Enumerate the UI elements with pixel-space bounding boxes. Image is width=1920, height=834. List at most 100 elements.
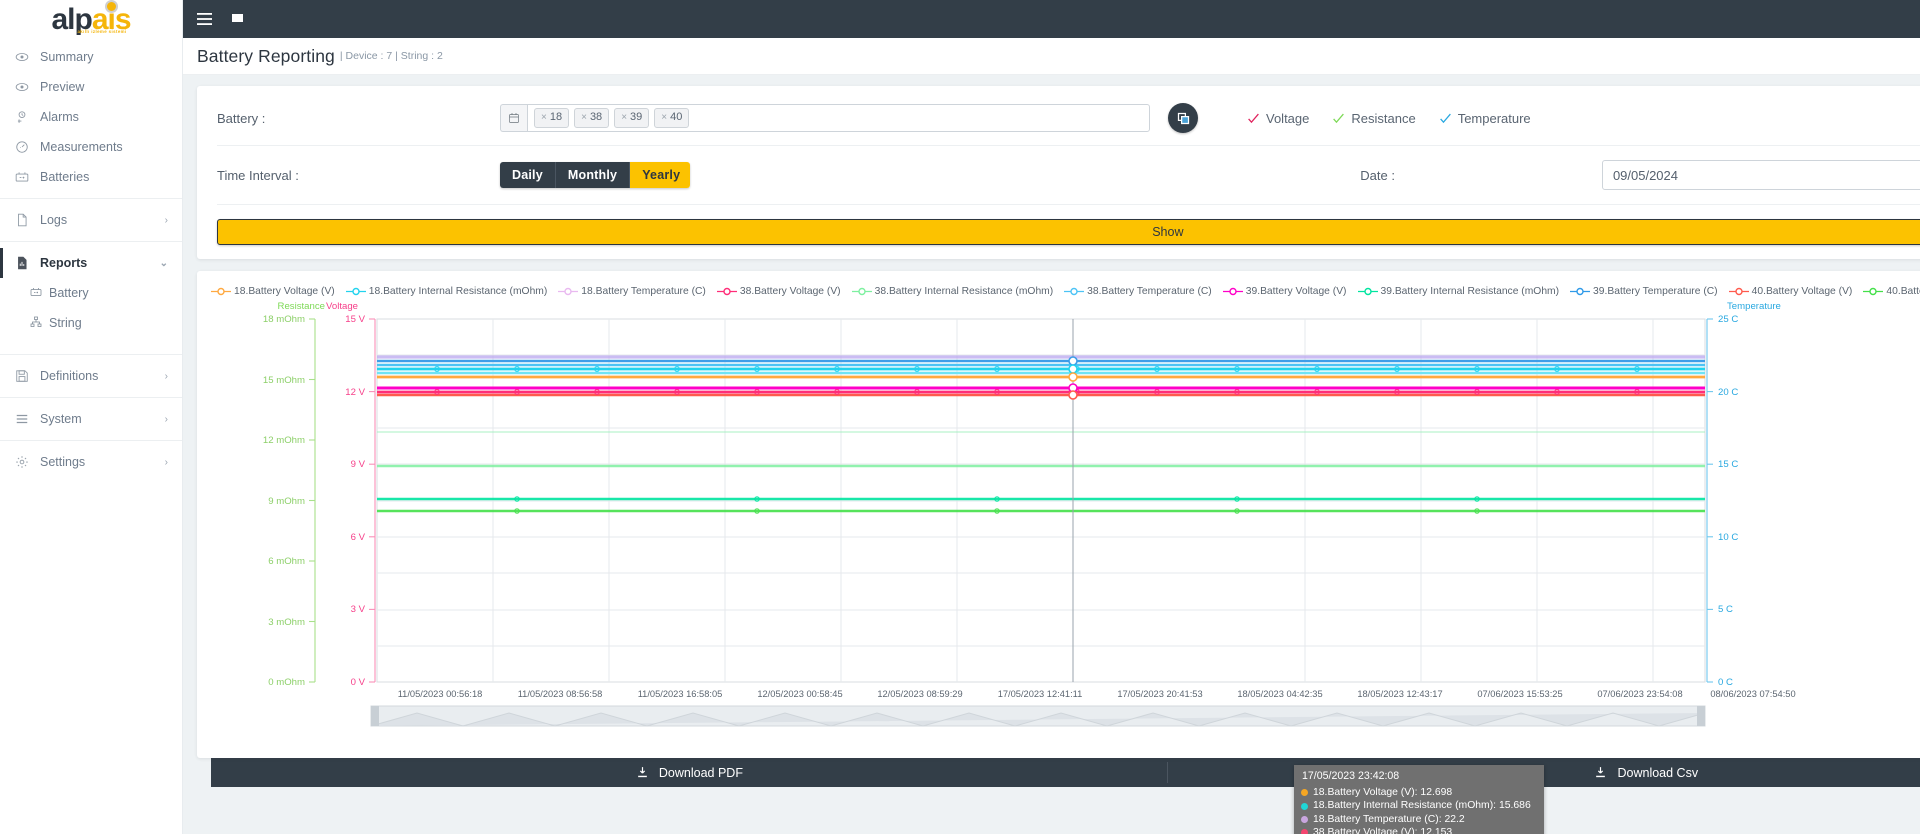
svg-text:6 V: 6 V [351, 532, 366, 543]
legend-item[interactable]: 40.Battery [1863, 286, 1920, 297]
sidebar-divider [0, 397, 182, 398]
checkbox-label: Voltage [1266, 110, 1310, 126]
chevron-down-icon: ⌄ [159, 257, 168, 269]
interval-daily-button[interactable]: Daily [500, 162, 556, 188]
time-interval-label: Time Interval : [217, 167, 299, 183]
download-icon [638, 767, 647, 778]
sidebar-item-alarms[interactable]: Alarms [0, 102, 182, 132]
battery-chip-container[interactable]: × 18 × 38 × 39 × 40 [527, 104, 1150, 132]
svg-text:9 mOhm: 9 mOhm [268, 496, 305, 507]
battery-chip[interactable]: × 38 [574, 108, 610, 128]
legend-item[interactable]: 39.Battery Voltage (V) [1222, 286, 1347, 297]
list-icon [14, 412, 29, 427]
checkbox-temperature[interactable]: Temperature [1439, 111, 1531, 126]
date-input[interactable]: 09/05/2024 [1601, 160, 1920, 190]
app-root: alpais akıllı izleme sistemi Summary Pre… [0, 0, 1920, 834]
chip-label: 40 [670, 111, 683, 124]
legend-item[interactable]: 39.Battery Internal Resistance (mOhm) [1357, 285, 1560, 297]
legend-item[interactable]: 40.Battery Voltage (V) [1728, 286, 1852, 297]
chip-remove-icon[interactable]: × [541, 112, 547, 124]
sidebar-item-settings[interactable]: Settings › [0, 447, 182, 477]
sidebar-subitem-label: String [49, 316, 82, 330]
svg-text:12 V: 12 V [345, 387, 365, 398]
chart-tooltip: 17/05/2023 23:42:08 18.Battery Voltage (… [1294, 765, 1544, 834]
legend-item[interactable]: 18.Battery Internal Resistance (mOhm) [345, 286, 547, 297]
legend-item[interactable]: 39.Battery Temperature (C) [1570, 286, 1718, 297]
interval-monthly-button[interactable]: Monthly [555, 162, 631, 188]
legend-label: 39.Battery Internal Resistance (mOhm) [1380, 285, 1560, 297]
legend-marker-icon [716, 287, 737, 296]
sidebar-item-batteries[interactable]: Batteries [0, 162, 182, 192]
hamburger-icon[interactable] [197, 13, 212, 25]
download-pdf-label: Download PDF [658, 765, 743, 780]
sitemap-icon [30, 316, 42, 331]
legend-item[interactable]: 38.Battery Voltage (V) [716, 286, 841, 297]
sidebar-item-label: Summary [40, 50, 94, 64]
brand-logo[interactable]: alpais akıllı izleme sistemi [0, 0, 182, 38]
brand-tagline: akıllı izleme sistemi [77, 29, 127, 34]
series-color-dot [1301, 815, 1308, 823]
legend-label: 18.Battery Voltage (V) [234, 285, 335, 297]
svg-text:Temperature: Temperature [1727, 301, 1781, 312]
sidebar-item-reports-battery[interactable]: Battery [0, 278, 182, 308]
svg-text:15 V: 15 V [345, 314, 365, 325]
sidebar-item-reports-string[interactable]: String [0, 308, 182, 338]
battery-multiselect[interactable]: × 18 × 38 × 39 × 40 [500, 104, 1150, 132]
sidebar-item-label: Definitions [40, 369, 99, 383]
date-label: Date : [1360, 167, 1395, 183]
sidebar: alpais akıllı izleme sistemi Summary Pre… [0, 0, 183, 834]
svg-text:08/06/2023 07:54:50: 08/06/2023 07:54:50 [1710, 689, 1795, 699]
sidebar-item-measurements[interactable]: Measurements [0, 132, 182, 162]
legend-item[interactable]: 18.Battery Voltage (V) [211, 286, 335, 297]
legend-label: 38.Battery Internal Resistance (mOhm) [874, 285, 1054, 297]
checkbox-resistance[interactable]: Resistance [1332, 111, 1416, 126]
chip-remove-icon[interactable]: × [621, 112, 627, 124]
sidebar-item-summary[interactable]: Summary [0, 42, 182, 72]
legend-marker-icon [1222, 287, 1243, 296]
legend-marker-icon [1728, 287, 1749, 296]
legend-item[interactable]: 38.Battery Temperature (C) [1064, 286, 1212, 297]
chart-file-icon [14, 256, 29, 271]
svg-text:18/05/2023 04:42:35: 18/05/2023 04:42:35 [1237, 689, 1322, 699]
page-meta: | Device : 7 | String : 2 [339, 49, 443, 62]
svg-text:Voltage: Voltage [326, 301, 358, 312]
legend-item[interactable]: 18.Battery Temperature (C) [558, 286, 706, 297]
legend-label: 39.Battery Temperature (C) [1593, 285, 1718, 297]
sidebar-item-logs[interactable]: Logs › [0, 205, 182, 235]
chip-remove-icon[interactable]: × [581, 112, 587, 124]
legend-label: 40.Battery [1886, 285, 1920, 297]
sidebar-item-system[interactable]: System › [0, 404, 182, 434]
svg-text:6 mOhm: 6 mOhm [268, 556, 305, 567]
chart-footer: Download PDF Download Csv [211, 758, 1920, 787]
refresh-icon [1177, 112, 1189, 124]
sidebar-item-definitions[interactable]: Definitions › [0, 361, 182, 391]
legend-marker-icon [211, 287, 231, 296]
chart-plot-area[interactable]: Resistance Voltage Temperature 18 mOhm 1… [197, 299, 1920, 834]
chip-remove-icon[interactable]: × [661, 112, 667, 124]
tooltip-row-text: 38.Battery Voltage (V): 12.153 [1313, 826, 1453, 834]
battery-chip[interactable]: × 39 [614, 108, 650, 128]
legend-marker-icon [1064, 287, 1085, 296]
chevron-right-icon: › [164, 214, 168, 226]
legend-marker-icon [1863, 287, 1884, 296]
sidebar-nav: Summary Preview Alarms Measurements Batt… [0, 38, 182, 477]
sidebar-item-reports[interactable]: Reports ⌄ [0, 248, 182, 278]
battery-label: Battery : [217, 110, 266, 126]
battery-chip[interactable]: × 40 [654, 108, 690, 128]
download-pdf-button[interactable]: Download PDF [211, 758, 1168, 787]
legend-item[interactable]: 38.Battery Internal Resistance (mOhm) [851, 285, 1054, 297]
show-button[interactable]: Show [217, 219, 1920, 245]
checkbox-voltage[interactable]: Voltage [1247, 111, 1309, 126]
refresh-button[interactable] [1168, 103, 1198, 133]
flag-icon[interactable] [231, 13, 244, 26]
interval-yearly-button[interactable]: Yearly [630, 162, 691, 188]
series-color-dot [1301, 789, 1308, 797]
tooltip-row: 18.Battery Temperature (C): 22.2 [1301, 813, 1537, 826]
tooltip-row-text: 18.Battery Voltage (V): 12.698 [1313, 787, 1453, 799]
battery-picker-button[interactable] [500, 104, 527, 132]
chart-svg: Resistance Voltage Temperature 18 mOhm15… [263, 301, 1796, 727]
sidebar-item-label: Alarms [40, 110, 79, 124]
battery-chip[interactable]: × 18 [534, 108, 570, 128]
eye-icon [14, 50, 29, 65]
sidebar-item-preview[interactable]: Preview [0, 72, 182, 102]
